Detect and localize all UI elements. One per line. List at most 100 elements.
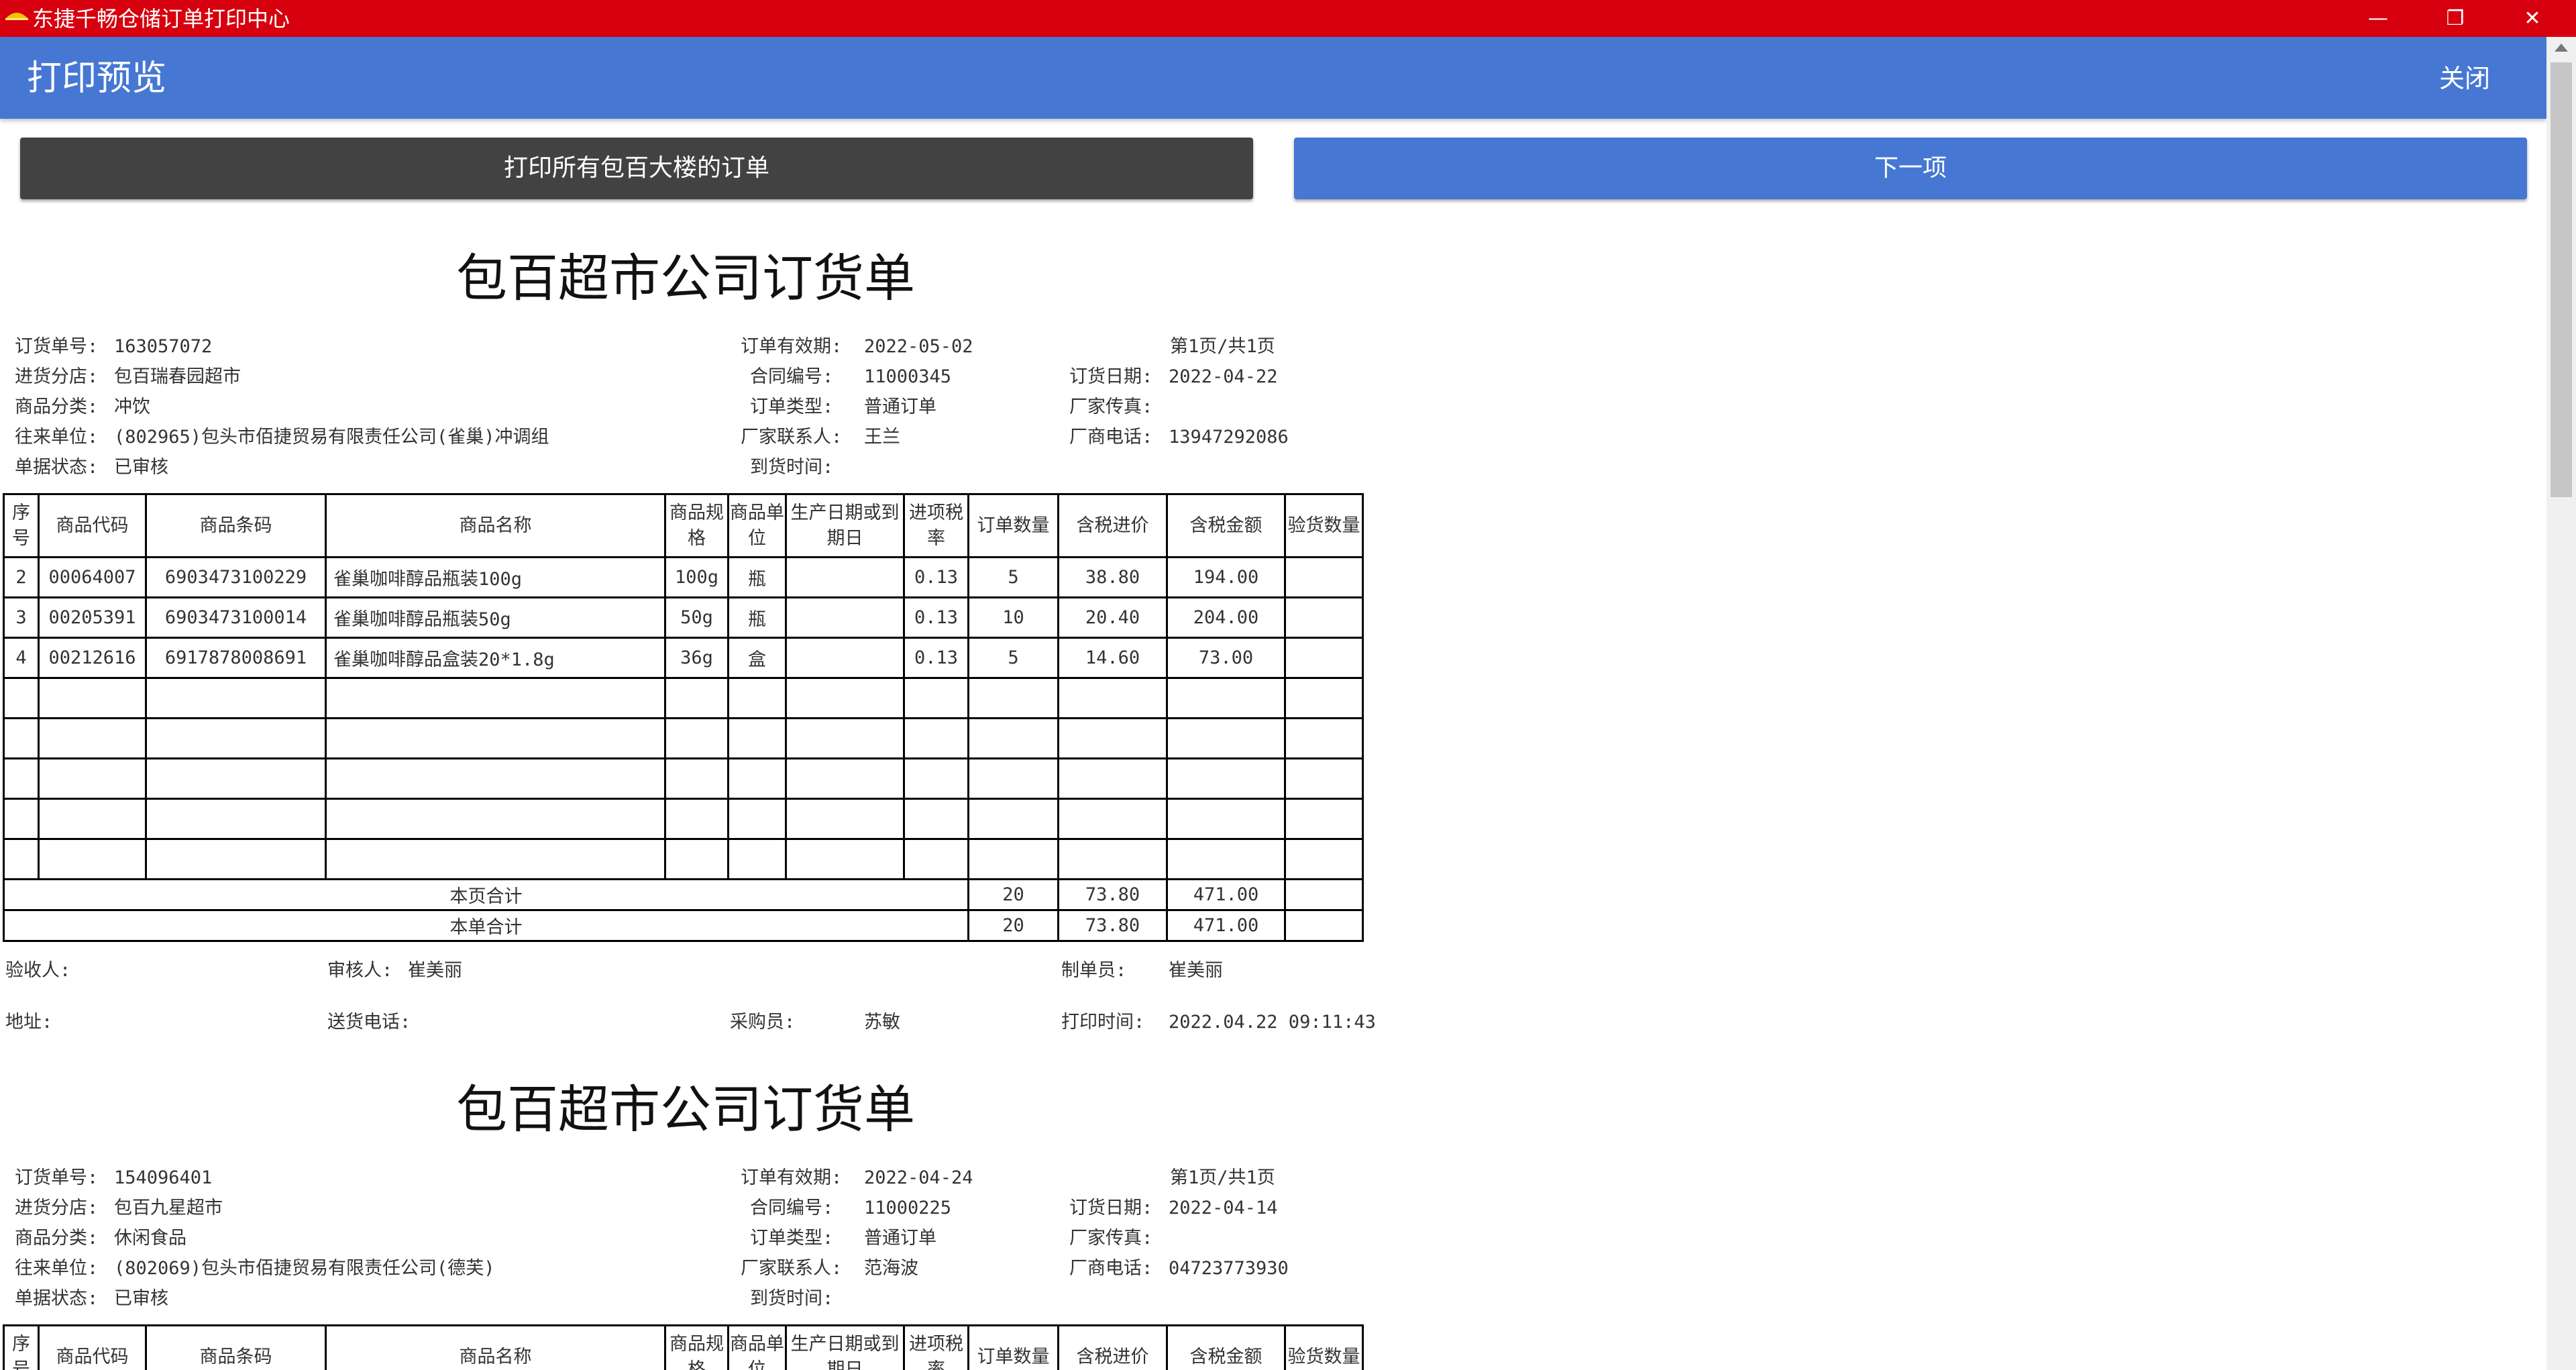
table-cell	[785, 798, 905, 840]
table-cell: 36g	[664, 637, 729, 679]
order-total-price: 73.80	[1057, 909, 1168, 942]
page-total-qty: 20	[967, 878, 1059, 911]
order-total-check	[1284, 909, 1364, 942]
fax-label: 厂家传真:	[1069, 397, 1153, 417]
table-cell: 73.00	[1166, 637, 1286, 679]
table-row: 4 00212616 6917878008691 雀巢咖啡醇品盒装20*1.8g 36g…	[3, 637, 1364, 679]
order-no: 163057072	[114, 336, 213, 357]
order-type: 普通订单	[864, 1228, 936, 1249]
order-title: 包百超市公司订货单	[456, 1079, 915, 1139]
table-cell: 38.80	[1057, 556, 1168, 598]
window-title: 东捷千畅仓储订单打印中心	[32, 6, 290, 32]
print-all-button[interactable]: 打印所有包百大楼的订单	[20, 138, 1253, 199]
table-cell: 00064007	[38, 556, 147, 598]
table-cell	[3, 677, 40, 719]
page-total-row: 本页合计 20 73.80 471.00	[3, 878, 1364, 911]
table-cell: 0.13	[903, 596, 969, 639]
contract-label: 合同编号:	[750, 1198, 834, 1218]
page-indicator: 第1页/共1页	[1170, 336, 1275, 357]
branch: 包百瑞春园超市	[114, 366, 241, 387]
branch: 包百九星超市	[114, 1198, 223, 1218]
category: 冲饮	[114, 397, 150, 417]
order-total-amount: 471.00	[1166, 909, 1286, 942]
order-total-qty: 20	[967, 909, 1059, 942]
arrival-label: 到货时间:	[750, 1288, 834, 1309]
phone-label: 厂商电话:	[1069, 1258, 1153, 1279]
minimize-button[interactable]: —	[2341, 0, 2415, 37]
contract-no: 11000345	[864, 366, 952, 387]
table-cell	[3, 798, 40, 840]
address-label: 地址:	[5, 1012, 53, 1033]
table-cell	[1284, 596, 1364, 639]
partner-label: 往来单位:	[15, 427, 99, 447]
delivery-phone-label: 送货电话:	[327, 1012, 411, 1033]
table-row	[3, 677, 1364, 719]
table-cell: 00205391	[38, 596, 147, 639]
reviewer-label: 审核人:	[327, 960, 393, 981]
table-cell	[664, 757, 729, 800]
column-header: 商品单位	[727, 1324, 787, 1370]
order-items-table: 序号 商品代码 商品条码 商品名称 商品规格 商品单位 生产日期或到期日 进项税…	[3, 1324, 1364, 1370]
order-title: 包百超市公司订货单	[456, 248, 915, 308]
table-cell	[727, 838, 787, 880]
table-cell	[1057, 757, 1168, 800]
app-logo-icon	[5, 13, 28, 20]
category: 休闲食品	[114, 1228, 186, 1249]
scroll-up-icon[interactable]	[2555, 44, 2568, 52]
contact: 范海波	[864, 1258, 918, 1279]
order-total-label: 本单合计	[3, 909, 969, 942]
table-cell	[903, 757, 969, 800]
scrollbar-thumb[interactable]	[2551, 62, 2572, 497]
valid-date: 2022-05-02	[864, 336, 973, 357]
table-cell	[3, 717, 40, 759]
column-header: 含税进价	[1057, 1324, 1168, 1370]
table-cell	[1284, 838, 1364, 880]
column-header: 进项税率	[903, 493, 969, 558]
vertical-scrollbar[interactable]	[2546, 37, 2576, 1370]
contract-label: 合同编号:	[750, 366, 834, 387]
table-cell	[967, 798, 1059, 840]
order-document: 包百超市公司订货单 订货单号: 154096401 订单有效期: 2022-04…	[0, 1079, 1368, 1370]
column-header: 验货数量	[1284, 1324, 1364, 1370]
column-header: 含税金额	[1166, 1324, 1286, 1370]
column-header: 进项税率	[903, 1324, 969, 1370]
page-total-price: 73.80	[1057, 878, 1168, 911]
column-header: 含税金额	[1166, 493, 1286, 558]
table-cell: 20.40	[1057, 596, 1168, 639]
table-row	[3, 798, 1364, 840]
table-row	[3, 717, 1364, 759]
contact-label: 厂家联系人:	[741, 1258, 843, 1279]
table-cell	[785, 717, 905, 759]
column-header: 商品名称	[325, 1324, 666, 1370]
table-cell	[38, 798, 147, 840]
print-time-label: 打印时间:	[1061, 1012, 1145, 1033]
table-cell: 14.60	[1057, 637, 1168, 679]
table-cell: 10	[967, 596, 1059, 639]
close-preview-button[interactable]: 关闭	[2439, 62, 2490, 95]
maker-label: 制单员:	[1061, 960, 1127, 981]
window-close-button[interactable]: ✕	[2496, 0, 2569, 37]
table-cell	[727, 757, 787, 800]
restore-button[interactable]: ❐	[2418, 0, 2492, 37]
table-cell	[1166, 717, 1286, 759]
column-header: 商品名称	[325, 493, 666, 558]
order-date-label: 订货日期:	[1069, 1198, 1153, 1218]
table-cell: 6903473100229	[145, 556, 327, 598]
table-cell	[967, 757, 1059, 800]
table-cell	[3, 838, 40, 880]
table-row	[3, 838, 1364, 880]
next-item-button[interactable]: 下一项	[1294, 138, 2527, 199]
table-cell: 4	[3, 637, 40, 679]
table-cell: 瓶	[727, 596, 787, 639]
table-row	[3, 757, 1364, 800]
branch-label: 进货分店:	[15, 366, 99, 387]
table-cell	[1284, 757, 1364, 800]
table-cell	[664, 677, 729, 719]
valid-date: 2022-04-24	[864, 1167, 973, 1188]
status-label: 单据状态:	[15, 457, 99, 478]
table-cell	[785, 677, 905, 719]
branch-label: 进货分店:	[15, 1198, 99, 1218]
table-cell: 194.00	[1166, 556, 1286, 598]
valid-date-label: 订单有效期:	[741, 336, 843, 357]
valid-date-label: 订单有效期:	[741, 1167, 843, 1188]
